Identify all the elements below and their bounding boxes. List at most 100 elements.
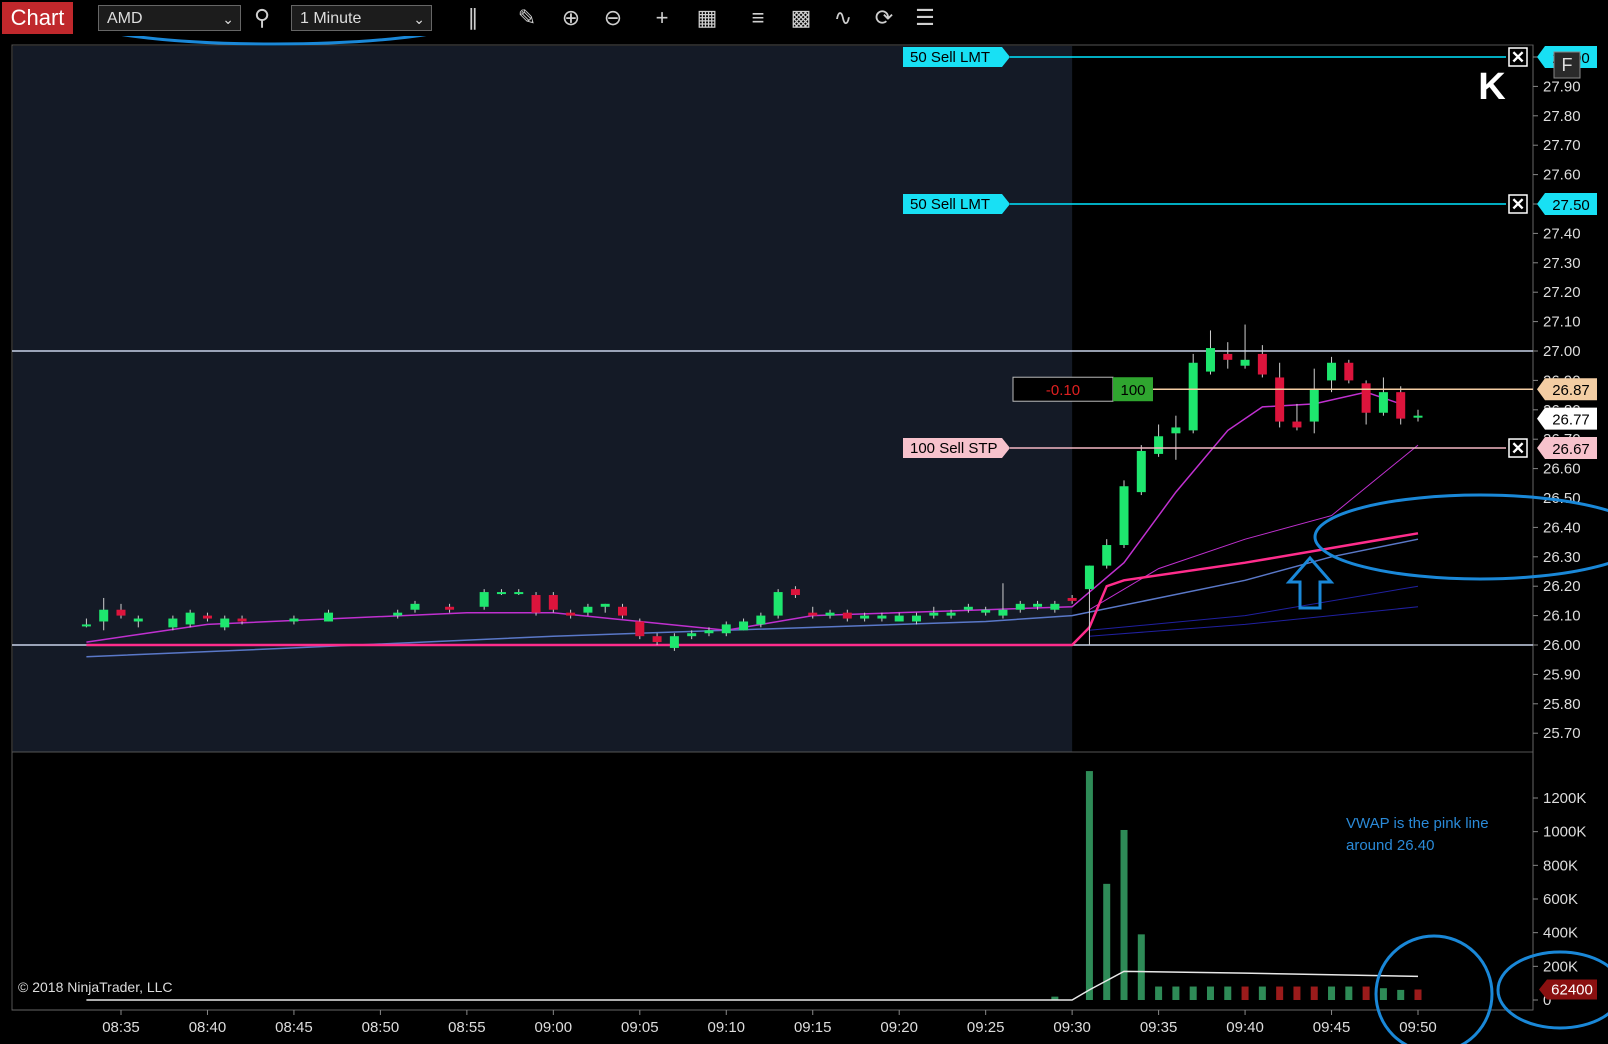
candle-body: [998, 609, 1008, 616]
candle-body: [687, 633, 697, 637]
chart-tab[interactable]: Chart: [2, 2, 73, 34]
candle-body: [514, 592, 524, 595]
order-price-label: 26.67: [1552, 441, 1590, 458]
zoom-in-icon[interactable]: ⊕: [557, 4, 585, 32]
candle-body: [1396, 392, 1406, 419]
candle-body: [790, 589, 800, 596]
candle-body: [877, 615, 887, 619]
candle-body: [946, 612, 956, 616]
chevron-down-icon: ⌄: [222, 11, 234, 27]
crosshair-icon[interactable]: +: [648, 4, 676, 32]
volume-bar: [1328, 986, 1336, 1000]
volume-bar: [1293, 986, 1301, 1000]
candle-body: [496, 592, 506, 595]
candle-body: [168, 618, 178, 628]
price-tick-label: 27.40: [1543, 225, 1581, 242]
order-label: 50 Sell LMT: [910, 196, 990, 213]
copyright-label: © 2018 NinjaTrader, LLC: [18, 979, 173, 995]
price-tick-label: 26.30: [1543, 549, 1581, 566]
candle-body: [635, 621, 645, 637]
volume-bar: [1276, 986, 1284, 1000]
drawing-tools-icon[interactable]: ∿: [829, 4, 857, 32]
volume-bar: [1362, 986, 1370, 1000]
volume-tick-label: 600K: [1543, 891, 1578, 908]
close-icon: ✕: [1511, 439, 1525, 458]
candle-body: [1171, 427, 1181, 434]
candle-body: [704, 630, 714, 634]
candle-body: [185, 612, 195, 625]
volume-bar: [1137, 934, 1145, 1000]
volume-bar: [1241, 986, 1249, 1000]
price-tick-label: 27.80: [1543, 108, 1581, 125]
price-tick-label: 27.90: [1543, 78, 1581, 95]
candle-body: [1084, 565, 1094, 590]
pencil-icon[interactable]: ✎: [513, 4, 541, 32]
candle-body: [133, 618, 143, 622]
price-tick-label: 26.00: [1543, 637, 1581, 654]
volume-bar: [1310, 986, 1318, 1000]
scale-icon[interactable]: ≡: [744, 4, 772, 32]
candle-body: [756, 615, 766, 625]
search-icon[interactable]: ⚲: [248, 4, 276, 32]
candle-body: [479, 592, 489, 607]
time-tick-label: 08:40: [189, 1019, 227, 1036]
candle-body: [1257, 353, 1267, 375]
volume-bar: [1258, 986, 1266, 1000]
candle-body: [1205, 348, 1215, 372]
position-price-label: 26.87: [1552, 382, 1590, 399]
properties-icon[interactable]: ☰: [911, 4, 939, 32]
reload-icon[interactable]: ⟳: [870, 4, 898, 32]
candle-body: [981, 609, 991, 613]
candle-body: [1223, 353, 1233, 360]
volume-bar: [1345, 986, 1353, 1000]
time-tick-label: 09:00: [535, 1019, 573, 1036]
candle-body: [652, 636, 662, 643]
candle-body: [81, 624, 91, 627]
chart-area[interactable]: 25.70 25.80 25.90 26.00 26.10 26.20 26.30 26.40…: [0, 36, 1608, 1044]
time-tick-label: 09:45: [1313, 1019, 1351, 1036]
time-tick-label: 09:20: [880, 1019, 918, 1036]
candle-body: [410, 603, 420, 610]
candle-body: [1154, 436, 1164, 454]
order-price-label: 27.50: [1552, 197, 1590, 214]
candle-body: [1240, 359, 1250, 366]
order-label: 50 Sell LMT: [910, 49, 990, 66]
zoom-out-icon[interactable]: ⊖: [599, 4, 627, 32]
candle-body: [393, 612, 403, 616]
time-tick-label: 08:45: [275, 1019, 313, 1036]
candle-body: [1067, 597, 1077, 601]
candle-body: [1050, 603, 1060, 610]
volume-bar: [1224, 986, 1232, 1000]
time-tick-label: 09:15: [794, 1019, 832, 1036]
bar-style-icon[interactable]: ∥: [459, 4, 487, 32]
instrument-value: AMD: [107, 10, 143, 27]
volume-bar: [1172, 986, 1180, 1000]
price-tick-label: 25.80: [1543, 696, 1581, 713]
volume-bar: [1206, 986, 1214, 1000]
time-tick-label: 09:10: [707, 1019, 745, 1036]
price-tick-label: 27.60: [1543, 167, 1581, 184]
interval-value: 1 Minute: [300, 10, 362, 27]
data-box-icon[interactable]: ▦: [693, 4, 721, 32]
candle-body: [202, 615, 212, 619]
price-tick-label: 27.00: [1543, 343, 1581, 360]
time-tick-label: 08:55: [448, 1019, 486, 1036]
candle-body: [1136, 450, 1146, 493]
pnl-label: -0.10: [1046, 382, 1080, 399]
candle-body: [1188, 362, 1198, 431]
volume-tick-label: 400K: [1543, 925, 1578, 942]
candle-body: [929, 612, 939, 616]
candle-body: [531, 595, 541, 613]
candle-body: [1275, 377, 1285, 422]
interval-selector[interactable]: 1 Minute ⌄: [291, 5, 432, 31]
bar-spacing-icon[interactable]: ▩: [787, 4, 815, 32]
candle-body: [237, 618, 247, 622]
candle-body: [894, 615, 904, 622]
candle-body: [618, 606, 628, 616]
candle-body: [669, 636, 679, 648]
candle-body: [808, 612, 818, 616]
instrument-selector[interactable]: AMD ⌄: [98, 5, 241, 31]
flatten-marker-label: F: [1562, 55, 1573, 75]
candle-body: [739, 621, 749, 631]
time-tick-label: 09:25: [967, 1019, 1005, 1036]
